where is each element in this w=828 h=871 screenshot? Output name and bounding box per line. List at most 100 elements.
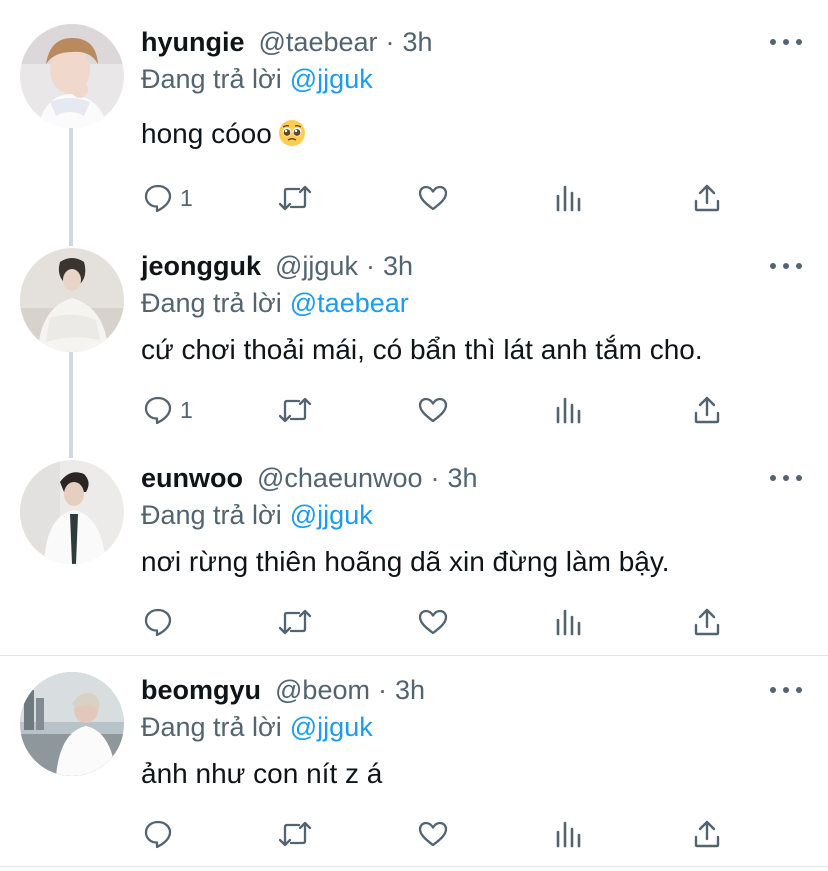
share-button[interactable] [692, 814, 722, 854]
tweet-text: ảnh như con nít z á [141, 758, 383, 789]
retweet-icon [278, 397, 312, 423]
like-button[interactable] [417, 602, 449, 642]
tweet-header: hyungie @taebear · 3h [141, 24, 433, 60]
reply-context: Đang trả lời @jjguk [141, 498, 373, 532]
reply-button[interactable] [142, 602, 180, 642]
avatar[interactable] [20, 248, 124, 352]
tweet-divider [0, 866, 828, 867]
reply-mention-link[interactable]: @jjguk [290, 500, 373, 531]
share-button[interactable] [692, 178, 722, 218]
tweet-body: hong cóoo [141, 118, 306, 150]
more-options-button[interactable] [770, 680, 802, 700]
display-name[interactable]: beomgyu [141, 675, 261, 706]
reply-prefix: Đang trả lời [141, 499, 282, 530]
analytics-icon [556, 185, 581, 212]
tweet-body: nơi rừng thiên hoãng dã xin đừng làm bậy… [141, 546, 670, 578]
timestamp[interactable]: 3h [448, 463, 478, 494]
retweet-icon [278, 821, 312, 847]
retweet-button[interactable] [277, 178, 313, 218]
tweet-text: nơi rừng thiên hoãng dã xin đừng làm bậy… [141, 546, 670, 577]
reply-button[interactable] [142, 814, 180, 854]
tweet-text: hong cóoo [141, 118, 272, 149]
user-handle[interactable]: @taebear [259, 27, 378, 58]
reply-mention-link[interactable]: @jjguk [290, 712, 373, 743]
tweet-actions [0, 602, 828, 642]
like-button[interactable] [417, 178, 449, 218]
share-button[interactable] [692, 602, 722, 642]
tweet-divider [0, 655, 828, 656]
separator-dot: · [430, 462, 440, 493]
reply-icon [144, 608, 172, 637]
retweet-button[interactable] [277, 390, 313, 430]
display-name[interactable]: jeongguk [141, 251, 261, 282]
reply-icon [144, 820, 172, 849]
tweet-header: eunwoo @chaeunwoo · 3h [141, 460, 478, 496]
timestamp[interactable]: 3h [383, 251, 413, 282]
like-button[interactable] [417, 390, 449, 430]
heart-icon [418, 397, 448, 423]
reply-button[interactable]: 1 [142, 178, 193, 218]
like-button[interactable] [417, 814, 449, 854]
analytics-icon [556, 821, 581, 848]
tweet-header: beomgyu @beom · 3h [141, 672, 425, 708]
tweet-actions: 1 [0, 390, 828, 430]
retweet-button[interactable] [277, 602, 313, 642]
reply-count: 1 [180, 184, 193, 211]
retweet-icon [278, 609, 312, 635]
reply-mention-link[interactable]: @jjguk [290, 64, 373, 95]
more-options-button[interactable] [770, 32, 802, 52]
separator-dot: · [377, 674, 387, 705]
display-name[interactable]: hyungie [141, 27, 245, 58]
more-icon [770, 687, 776, 693]
user-handle[interactable]: @chaeunwoo [257, 463, 423, 494]
separator-dot: · [385, 26, 395, 57]
reply-prefix: Đang trả lời [141, 287, 282, 318]
more-icon [770, 39, 776, 45]
user-handle[interactable]: @jjguk [275, 251, 358, 282]
user-handle[interactable]: @beom [275, 675, 370, 706]
heart-icon [418, 821, 448, 847]
tweet-body: ảnh như con nít z á [141, 758, 382, 790]
timestamp[interactable]: 3h [403, 27, 433, 58]
reply-icon [144, 184, 172, 213]
heart-icon [418, 609, 448, 635]
share-icon [694, 608, 720, 636]
avatar[interactable] [20, 460, 124, 564]
views-button[interactable] [555, 814, 585, 854]
reply-icon [144, 396, 172, 425]
share-button[interactable] [692, 390, 722, 430]
reply-button[interactable]: 1 [142, 390, 193, 430]
views-button[interactable] [555, 390, 585, 430]
tweet-body: cứ chơi thoải mái, có bẩn thì lát anh tắ… [141, 334, 703, 366]
pleading-face-emoji [278, 120, 305, 146]
views-button[interactable] [555, 178, 585, 218]
reply-prefix: Đang trả lời [141, 711, 282, 742]
share-icon [694, 184, 720, 212]
avatar[interactable] [20, 672, 124, 776]
display-name[interactable]: eunwoo [141, 463, 243, 494]
tweet-header: jeongguk @jjguk · 3h [141, 248, 413, 284]
retweet-button[interactable] [277, 814, 313, 854]
reply-context: Đang trả lời @jjguk [141, 710, 373, 744]
more-icon [770, 263, 776, 269]
tweet-text: cứ chơi thoải mái, có bẩn thì lát anh tắ… [141, 334, 703, 365]
analytics-icon [556, 609, 581, 636]
more-options-button[interactable] [770, 468, 802, 488]
avatar[interactable] [20, 24, 124, 128]
reply-context: Đang trả lời @taebear [141, 286, 409, 320]
tweet-actions [0, 814, 828, 854]
more-options-button[interactable] [770, 256, 802, 276]
views-button[interactable] [555, 602, 585, 642]
reply-mention-link[interactable]: @taebear [290, 288, 409, 319]
retweet-icon [278, 185, 312, 211]
heart-icon [418, 185, 448, 211]
tweet-actions: 1 [0, 178, 828, 218]
timestamp[interactable]: 3h [395, 675, 425, 706]
share-icon [694, 396, 720, 424]
more-icon [770, 475, 776, 481]
reply-context: Đang trả lời @jjguk [141, 62, 373, 96]
analytics-icon [556, 397, 581, 424]
reply-prefix: Đang trả lời [141, 63, 282, 94]
separator-dot: · [365, 250, 375, 281]
reply-count: 1 [180, 396, 193, 423]
